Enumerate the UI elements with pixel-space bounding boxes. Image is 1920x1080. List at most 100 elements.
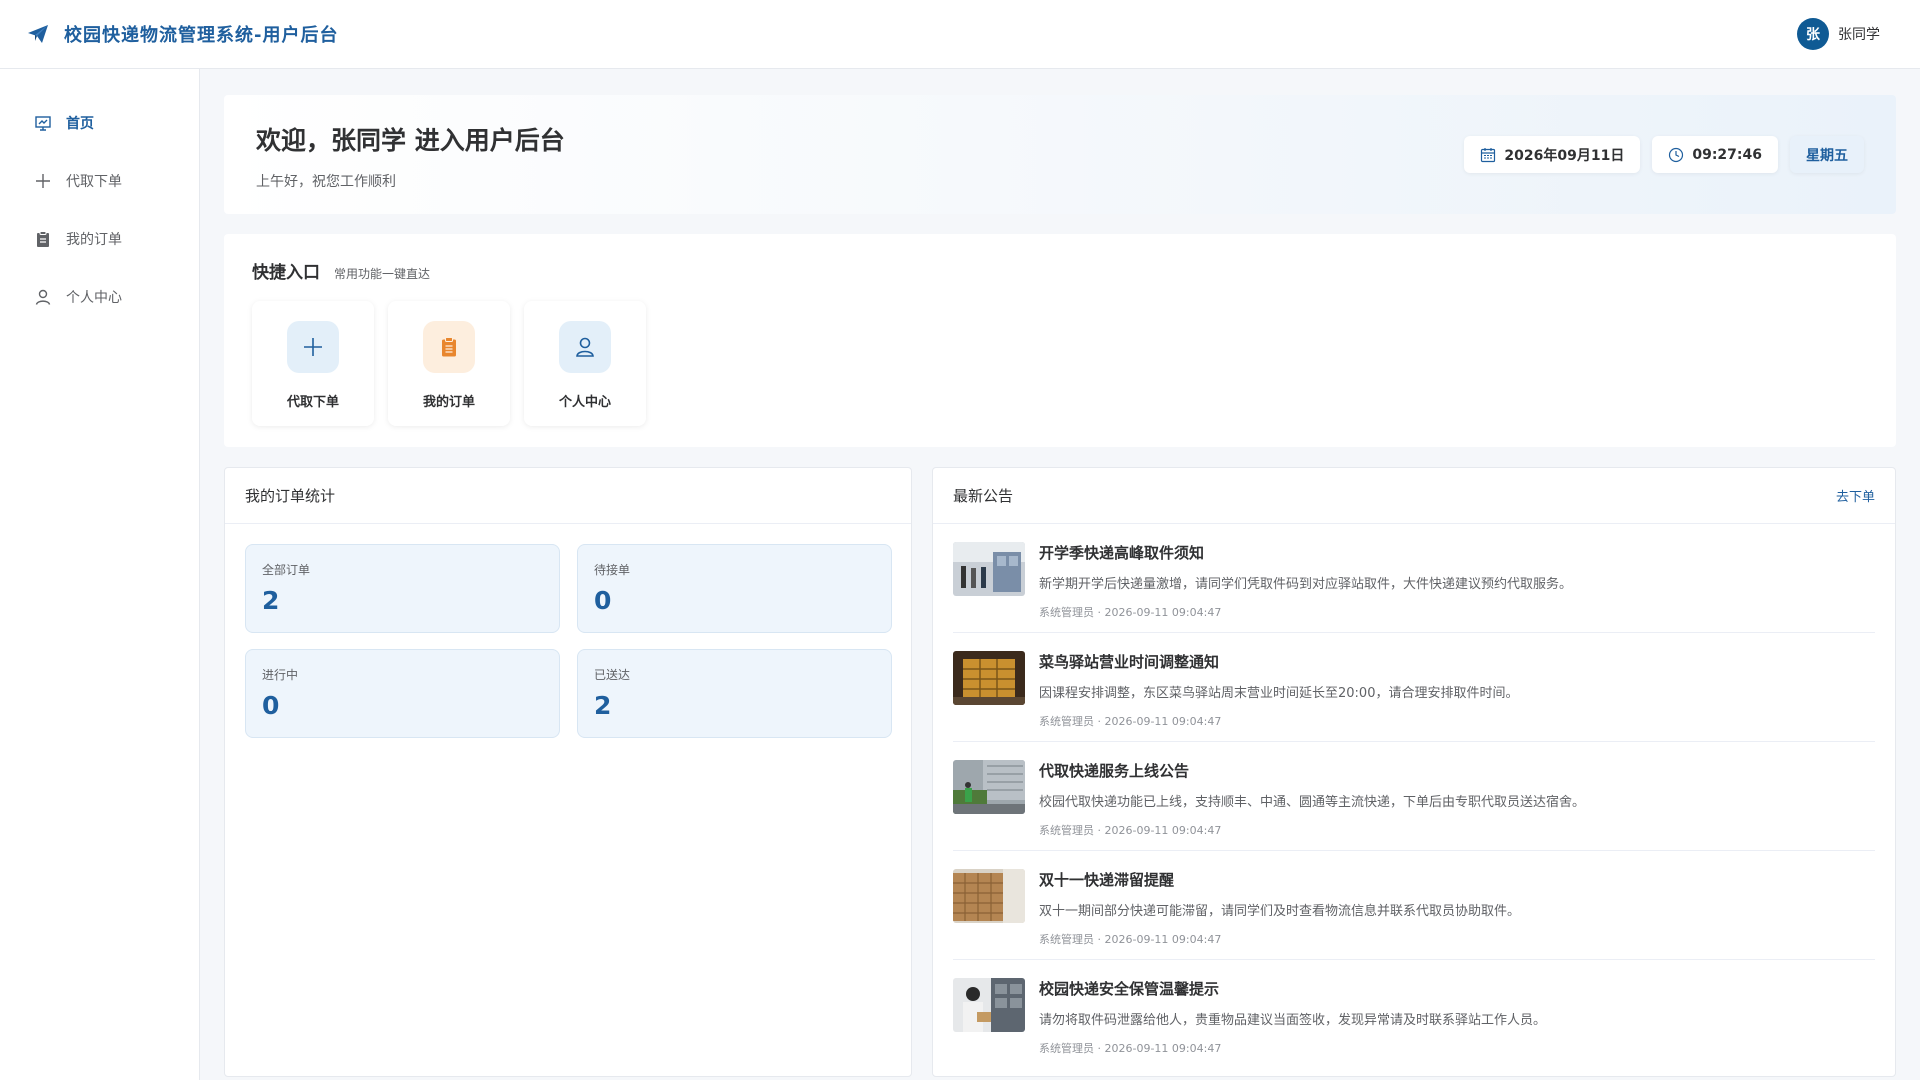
sidebar-item-home[interactable]: 首页 <box>0 94 199 152</box>
notice-body: 双十一快递滞留提醒 双十一期间部分快递可能滞留，请同学们及时查看物流信息并联系代… <box>1039 869 1875 946</box>
paper-plane-icon <box>28 25 48 43</box>
stat-card-pending[interactable]: 待接单 0 <box>577 544 892 633</box>
time-text: 09:27:46 <box>1692 146 1762 163</box>
notice-title: 开学季快递高峰取件须知 <box>1039 544 1205 562</box>
notice-item[interactable]: 菜鸟驿站营业时间调整通知 因课程安排调整，东区菜鸟驿站周末营业时间延长至20:0… <box>953 633 1875 742</box>
quick-entry-header: 快捷入口 常用功能一键直达 <box>252 258 1868 283</box>
notice-item[interactable]: 双十一快递滞留提醒 双十一期间部分快递可能滞留，请同学们及时查看物流信息并联系代… <box>953 851 1875 960</box>
notice-text: 因课程安排调整，东区菜鸟驿站周末营业时间延长至20:00，请合理安排取件时间。 <box>1039 686 1519 701</box>
stat-label: 进行中 <box>262 668 299 682</box>
sidebar-item-label: 我的订单 <box>66 232 122 248</box>
bottom-row: 我的订单统计 全部订单 2 待接单 0 进行中 0 已送达 2 最新公告 去下单… <box>224 467 1896 1077</box>
notice-thumbnail <box>953 651 1025 705</box>
go-order-link[interactable]: 去下单 <box>1836 486 1875 505</box>
quick-card-label: 我的订单 <box>422 395 475 410</box>
notice-body: 校园快递安全保管温馨提示 请勿将取件码泄露给他人，贵重物品建议当面签收，发现异常… <box>1039 978 1875 1055</box>
stat-value: 0 <box>594 586 612 615</box>
stat-label: 已送达 <box>594 668 631 682</box>
avatar[interactable]: 张 <box>1797 18 1829 50</box>
notice-text: 校园代取快递功能已上线，支持顺丰、中通、圆通等主流快递，下单后由专职代取员送达宿… <box>1039 795 1586 810</box>
sidebar-item-label: 首页 <box>66 116 94 132</box>
notice-text: 请勿将取件码泄露给他人，贵重物品建议当面签收，发现异常请及时联系驿站工作人员。 <box>1039 1013 1547 1028</box>
stat-value: 2 <box>594 691 612 720</box>
notice-body: 开学季快递高峰取件须知 新学期开学后快递量激增，请同学们凭取件码到对应驿站取件，… <box>1039 542 1875 619</box>
clipboard-icon <box>34 230 52 248</box>
sidebar-item-label: 代取下单 <box>66 174 122 190</box>
user-name[interactable]: 张同学 <box>1838 24 1880 44</box>
quick-entry-panel: 快捷入口 常用功能一键直达 代取下单 我的订单 个人中心 <box>224 234 1896 447</box>
quick-card-pickup-order[interactable]: 代取下单 <box>252 301 374 426</box>
notices-panel: 最新公告 去下单 开学季快递高峰取件须知 新学期开学后快递量激增，请同学们凭取件… <box>932 467 1896 1077</box>
brand[interactable]: 校园快递物流管理系统-用户后台 <box>26 21 338 47</box>
notice-meta: 系统管理员 · 2026-09-11 09:04:47 <box>1039 606 1222 619</box>
date-chip: 2026年09月11日 <box>1464 136 1641 173</box>
stat-card-in-progress[interactable]: 进行中 0 <box>245 649 560 738</box>
sidebar-item-my-orders[interactable]: 我的订单 <box>0 210 199 268</box>
notice-meta: 系统管理员 · 2026-09-11 09:04:47 <box>1039 933 1222 946</box>
stat-card-all[interactable]: 全部订单 2 <box>245 544 560 633</box>
user-icon <box>576 337 594 357</box>
datetime-chips: 2026年09月11日 09:27:46 星期五 <box>1464 136 1864 173</box>
date-text: 2026年09月11日 <box>1504 147 1625 164</box>
stat-label: 全部订单 <box>262 563 311 577</box>
order-stats-header: 我的订单统计 <box>225 468 911 524</box>
quick-entry-title: 快捷入口 <box>252 263 320 283</box>
quick-card-label: 个人中心 <box>558 395 611 410</box>
weekday-text: 星期五 <box>1806 147 1848 164</box>
quick-card-my-orders[interactable]: 我的订单 <box>388 301 510 426</box>
clock-icon <box>1669 147 1684 162</box>
quick-entry-subtitle: 常用功能一键直达 <box>334 267 431 281</box>
notice-meta: 系统管理员 · 2026-09-11 09:04:47 <box>1039 715 1222 728</box>
weekday-chip: 星期五 <box>1790 136 1864 173</box>
plus-icon <box>304 338 322 356</box>
stat-card-delivered[interactable]: 已送达 2 <box>577 649 892 738</box>
stat-value: 2 <box>262 586 280 615</box>
notice-text: 双十一期间部分快递可能滞留，请同学们及时查看物流信息并联系代取员协助取件。 <box>1039 904 1521 919</box>
notice-thumbnail <box>953 542 1025 596</box>
top-header: 校园快递物流管理系统-用户后台 张 张同学 <box>0 0 1920 69</box>
notice-thumbnail <box>953 978 1025 1032</box>
clipboard-icon <box>442 337 456 357</box>
stat-label: 待接单 <box>594 563 631 577</box>
notice-title: 双十一快递滞留提醒 <box>1039 871 1175 889</box>
calendar-icon <box>1481 147 1496 162</box>
plus-icon <box>34 172 52 190</box>
home-board-icon <box>34 114 52 132</box>
notice-item[interactable]: 代取快递服务上线公告 校园代取快递功能已上线，支持顺丰、中通、圆通等主流快递，下… <box>953 742 1875 851</box>
user-menu[interactable]: 张 张同学 <box>1797 18 1880 50</box>
notice-thumbnail <box>953 760 1025 814</box>
notice-body: 菜鸟驿站营业时间调整通知 因课程安排调整，东区菜鸟驿站周末营业时间延长至20:0… <box>1039 651 1875 728</box>
quick-card-profile[interactable]: 个人中心 <box>524 301 646 426</box>
quick-icon-wrapper <box>559 321 611 373</box>
notice-meta: 系统管理员 · 2026-09-11 09:04:47 <box>1039 824 1222 837</box>
quick-icon-wrapper <box>423 321 475 373</box>
notice-body: 代取快递服务上线公告 校园代取快递功能已上线，支持顺丰、中通、圆通等主流快递，下… <box>1039 760 1875 837</box>
app-title: 校园快递物流管理系统-用户后台 <box>64 25 339 46</box>
notice-title: 代取快递服务上线公告 <box>1039 762 1190 780</box>
sidebar-item-label: 个人中心 <box>66 290 122 306</box>
notices-header: 最新公告 去下单 <box>933 468 1895 524</box>
main-content: 欢迎，张同学 进入用户后台 上午好，祝您工作顺利 2026年09月11日 09:… <box>224 95 1896 1077</box>
notice-title: 校园快递安全保管温馨提示 <box>1039 980 1220 998</box>
order-stats-title: 我的订单统计 <box>245 487 336 505</box>
notices-title: 最新公告 <box>953 487 1014 505</box>
order-stats-panel: 我的订单统计 全部订单 2 待接单 0 进行中 0 已送达 2 <box>224 467 912 1077</box>
notice-meta: 系统管理员 · 2026-09-11 09:04:47 <box>1039 1042 1222 1055</box>
notice-text: 新学期开学后快递量激增，请同学们凭取件码到对应驿站取件，大件快递建议预约代取服务… <box>1039 577 1573 592</box>
quick-card-label: 代取下单 <box>286 395 339 410</box>
notice-thumbnail <box>953 869 1025 923</box>
welcome-subtitle: 上午好，祝您工作顺利 <box>256 174 396 190</box>
time-chip: 09:27:46 <box>1652 136 1778 173</box>
notice-item[interactable]: 校园快递安全保管温馨提示 请勿将取件码泄露给他人，贵重物品建议当面签收，发现异常… <box>953 960 1875 1069</box>
quick-icon-wrapper <box>287 321 339 373</box>
notice-title: 菜鸟驿站营业时间调整通知 <box>1039 653 1220 671</box>
sidebar-item-profile[interactable]: 个人中心 <box>0 268 199 326</box>
notice-list: 开学季快递高峰取件须知 新学期开学后快递量激增，请同学们凭取件码到对应驿站取件，… <box>933 524 1895 1069</box>
stat-value: 0 <box>262 691 280 720</box>
sidebar-item-pickup-order[interactable]: 代取下单 <box>0 152 199 210</box>
sidebar: 首页 代取下单 我的订单 个人中心 <box>0 69 200 1080</box>
user-icon <box>34 288 52 306</box>
welcome-banner: 欢迎，张同学 进入用户后台 上午好，祝您工作顺利 2026年09月11日 09:… <box>224 95 1896 214</box>
notice-item[interactable]: 开学季快递高峰取件须知 新学期开学后快递量激增，请同学们凭取件码到对应驿站取件，… <box>953 524 1875 633</box>
order-stats-grid: 全部订单 2 待接单 0 进行中 0 已送达 2 <box>225 524 911 758</box>
